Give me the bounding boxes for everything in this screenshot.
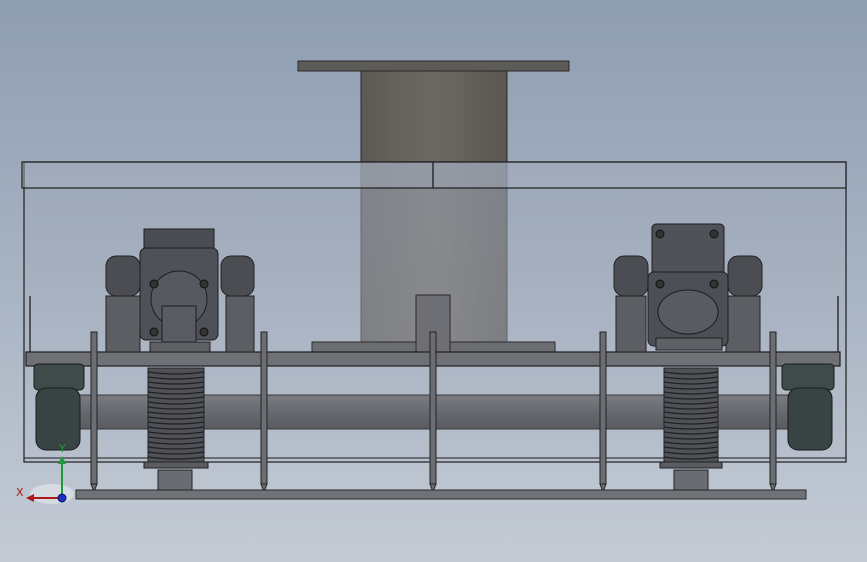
tine: [260, 331, 268, 494]
right-end-motor: [781, 363, 835, 451]
z-axis-dot: [57, 493, 67, 503]
triad-shadow: [30, 484, 74, 504]
tine: [90, 331, 98, 494]
y-axis-label: Y: [58, 442, 66, 455]
top-flange-plate: [297, 60, 570, 72]
tine: [599, 331, 607, 494]
left-spring-seat: [143, 461, 209, 491]
housing-lid-right: [432, 161, 847, 189]
bottom-bar: [75, 489, 807, 500]
housing-lid-left: [21, 161, 434, 189]
right-spring-seat: [659, 461, 723, 491]
x-axis-label: X: [16, 486, 24, 499]
left-end-motor: [33, 363, 85, 451]
left-coil-spring: [147, 367, 205, 463]
tine: [429, 331, 437, 494]
tine: [769, 331, 777, 494]
cad-viewport[interactable]: X Y: [0, 0, 867, 562]
right-coil-spring: [663, 367, 719, 463]
x-axis-arrowhead: [26, 494, 34, 502]
